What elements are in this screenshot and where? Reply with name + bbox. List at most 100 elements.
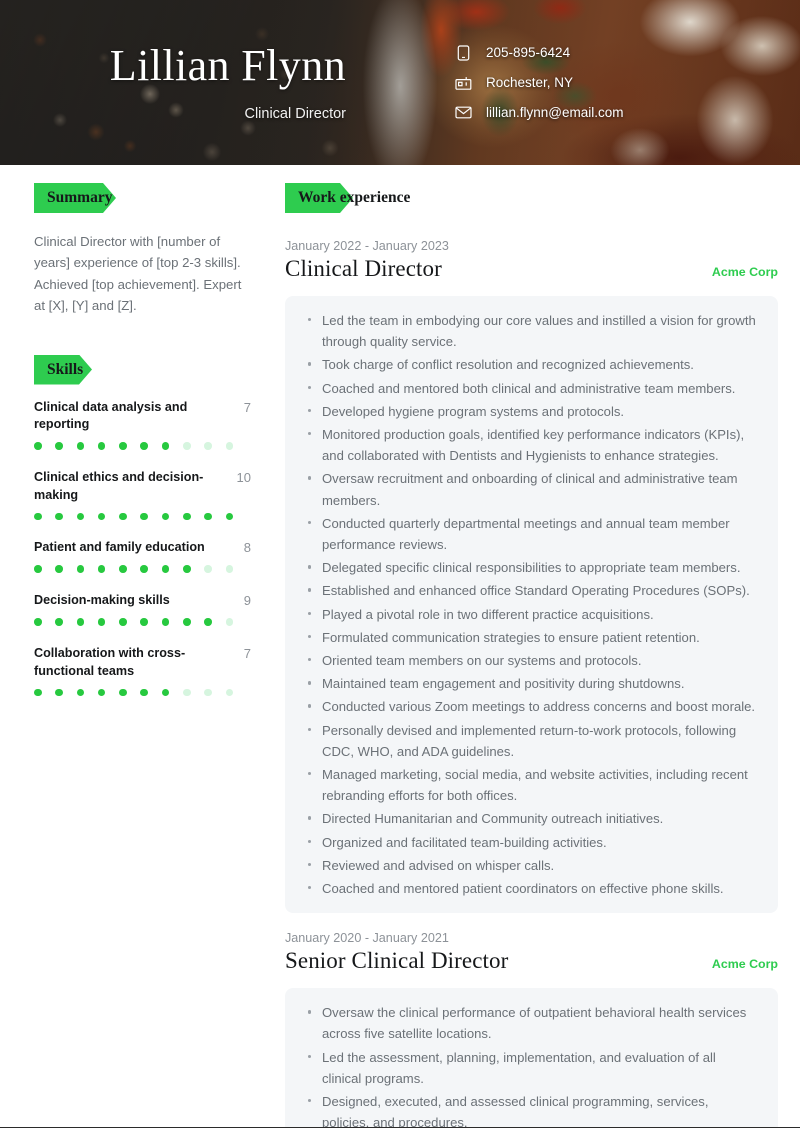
rating-dot-filled <box>140 618 148 626</box>
skills-section: Skills Clinical data analysis and report… <box>34 355 251 697</box>
work-experience-list: January 2022 - January 2023 Clinical Dire… <box>285 239 778 1128</box>
skill-name: Clinical data analysis and reporting <box>34 399 188 432</box>
candidate-job-title: Clinical Director <box>244 106 346 122</box>
job-bullets-panel: Oversaw the clinical performance of outp… <box>285 988 778 1128</box>
skills-list: Clinical data analysis and reporting 7 Cli… <box>34 399 251 697</box>
rating-dot-filled <box>76 688 85 697</box>
rating-dot-filled <box>55 442 63 450</box>
rating-dot-empty <box>204 442 212 450</box>
job-bullet: Oversaw the clinical performance of outp… <box>303 1002 756 1044</box>
skill-rating-dots <box>34 565 247 573</box>
main-column: Work experience January 2022 - January 2… <box>285 183 800 1128</box>
job-bullet: Delegated specific clinical responsibili… <box>303 557 756 578</box>
work-experience-heading: Work experience <box>285 183 778 213</box>
skill-score: 9 <box>243 592 251 608</box>
contact-phone-text: 205-895-6424 <box>486 45 571 60</box>
rating-dot-filled <box>119 688 127 697</box>
skill-name: Clinical ethics and decision-making <box>34 469 204 502</box>
rating-dot-filled <box>97 442 106 450</box>
rating-dot-filled <box>76 512 85 520</box>
job-bullet: Organized and facilitated team-building … <box>303 832 756 853</box>
sidebar-column: Summary Clinical Director with [number o… <box>0 183 285 1128</box>
job-bullet: Directed Humanitarian and Community outr… <box>303 808 756 829</box>
rating-dot-filled <box>76 565 85 573</box>
candidate-name: Lillian Flynn <box>109 41 346 90</box>
rating-dot-empty <box>225 688 234 697</box>
job-bullet: Reviewed and advised on whisper calls. <box>303 855 756 876</box>
rating-dot-filled <box>183 565 191 573</box>
job-entry: January 2022 - January 2023 Clinical Dire… <box>285 239 778 914</box>
contact-list: 205-895-6424 Rochester, NY lillian.flynn… <box>455 44 624 121</box>
work-experience-heading-label: Work experience <box>298 189 411 206</box>
summary-heading-label: Summary <box>47 189 113 206</box>
job-bullet: Conducted quarterly departmental meeting… <box>303 513 756 555</box>
contact-location-text: Rochester, NY <box>486 75 574 90</box>
job-bullet: Coached and mentored patient coordinator… <box>303 878 756 899</box>
rating-dot-filled <box>55 688 63 697</box>
contact-phone[interactable]: 205-895-6424 <box>455 44 624 61</box>
job-title: Senior Clinical Director <box>285 948 509 974</box>
rating-dot-filled <box>161 442 170 450</box>
job-bullet: Led the team in embodying our core value… <box>303 310 756 352</box>
job-bullet: Designed, executed, and assessed clinica… <box>303 1091 756 1128</box>
rating-dot-filled <box>76 442 85 450</box>
rating-dot-filled <box>119 442 127 450</box>
rating-dot-filled <box>97 688 106 697</box>
email-icon <box>455 104 472 121</box>
job-bullet: Played a pivotal role in two different p… <box>303 604 756 625</box>
skill-rating-dots <box>34 512 247 520</box>
job-dates: January 2022 - January 2023 <box>285 239 449 253</box>
rating-dot-filled <box>119 565 127 573</box>
summary-heading: Summary <box>34 183 251 213</box>
rating-dot-empty <box>204 688 212 697</box>
skills-heading-label: Skills <box>47 360 84 378</box>
job-company: Acme Corp <box>711 265 778 279</box>
skill-item: Clinical data analysis and reporting 7 <box>34 399 251 450</box>
job-entry: January 2020 - January 2021 Senior Clinic… <box>285 931 778 1128</box>
rating-dot-filled <box>34 442 42 450</box>
rating-dot-filled <box>55 565 63 573</box>
rating-dot-filled <box>161 512 170 520</box>
rating-dot-filled <box>97 512 106 520</box>
rating-dot-filled <box>161 618 170 626</box>
skill-rating-dots <box>34 688 247 697</box>
job-bullet: Managed marketing, social media, and web… <box>303 764 756 806</box>
skill-score: 7 <box>243 645 251 661</box>
contact-location[interactable]: Rochester, NY <box>455 74 624 91</box>
rating-dot-filled <box>161 565 170 573</box>
job-company: Acme Corp <box>711 957 778 972</box>
contact-email[interactable]: lillian.flynn@email.com <box>455 104 624 121</box>
skill-item: Clinical ethics and decision-making 10 <box>34 469 251 520</box>
job-bullet: Personally devised and implemented retur… <box>303 720 756 762</box>
skill-name: Decision-making skills <box>34 592 170 607</box>
resume-body: Summary Clinical Director with [number o… <box>0 165 800 1128</box>
job-dates: January 2020 - January 2021 <box>285 931 449 946</box>
job-bullet: Developed hygiene program systems and pr… <box>303 401 756 422</box>
job-bullet: Oversaw recruitment and onboarding of cl… <box>303 468 756 510</box>
rating-dot-filled <box>76 618 85 626</box>
rating-dot-empty <box>204 565 212 573</box>
rating-dot-filled <box>34 688 42 697</box>
location-icon <box>455 74 472 91</box>
rating-dot-filled <box>204 512 212 520</box>
skills-heading: Skills <box>34 355 251 385</box>
rating-dot-filled <box>183 512 191 520</box>
contact-email-text: lillian.flynn@email.com <box>486 105 624 120</box>
rating-dot-filled <box>140 442 148 450</box>
job-bullet: Took charge of conflict resolution and r… <box>303 354 756 375</box>
rating-dot-filled <box>183 618 191 626</box>
rating-dot-filled <box>161 688 170 697</box>
skill-name: Patient and family education <box>34 540 205 554</box>
rating-dot-empty <box>225 565 234 573</box>
rating-dot-filled <box>140 688 148 697</box>
rating-dot-filled <box>34 618 42 626</box>
job-title: Clinical Director <box>285 256 442 281</box>
job-bullet: Conducted various Zoom meetings to addre… <box>303 696 756 717</box>
skill-rating-dots <box>34 618 247 626</box>
rating-dot-filled <box>140 512 148 520</box>
rating-dot-filled <box>34 512 42 520</box>
job-bullet: Led the assessment, planning, implementa… <box>303 1047 756 1089</box>
rating-dot-filled <box>225 512 234 520</box>
rating-dot-filled <box>97 618 106 626</box>
rating-dot-filled <box>55 512 63 520</box>
